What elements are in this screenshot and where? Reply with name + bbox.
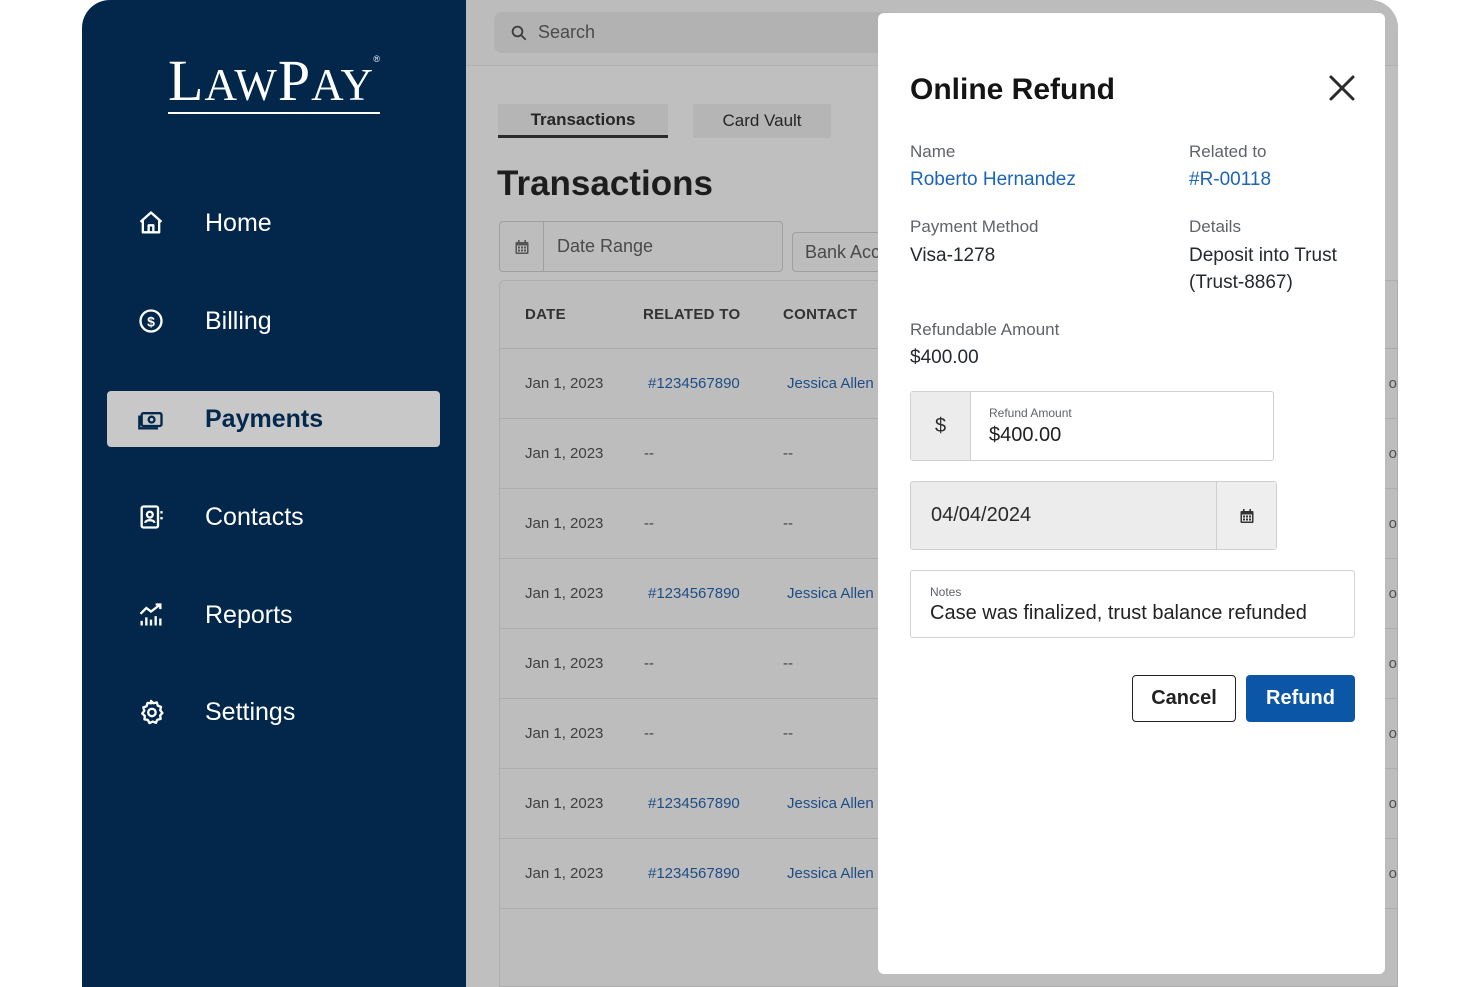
cell-contact-link[interactable]: Jessica Allen [787, 585, 874, 602]
refundable-amount-value: $400.00 [910, 347, 979, 368]
cell-related: -- [644, 725, 654, 742]
refund-button[interactable]: Refund [1246, 675, 1355, 722]
notes-label: Notes [930, 585, 962, 599]
sidebar-item-label: Home [205, 208, 272, 237]
sidebar-item-contacts[interactable]: Contacts [107, 489, 440, 545]
cell-date: Jan 1, 2023 [525, 585, 604, 602]
cell-date: Jan 1, 2023 [525, 375, 604, 392]
money-icon [137, 405, 193, 433]
refund-amount-label: Refund Amount [989, 406, 1072, 420]
refund-amount-input[interactable]: $400.00 [989, 424, 1061, 447]
refund-date-field[interactable]: 04/04/2024 [910, 481, 1277, 550]
lawpay-logo: LAWPAY ® [168, 48, 380, 114]
cell-contact-link[interactable]: Jessica Allen [787, 375, 874, 392]
cell-contact-link[interactable]: Jessica Allen [787, 795, 874, 812]
cell-truncated: o [1388, 795, 1397, 812]
payment-method-value: Visa-1278 [910, 245, 996, 266]
cell-contact: -- [783, 725, 793, 742]
sidebar-item-home[interactable]: Home [107, 195, 440, 251]
cell-truncated: o [1388, 865, 1397, 882]
refundable-amount-label: Refundable Amount [910, 320, 1060, 339]
sidebar: LAWPAY ® Home $ Billing Payments Contact… [82, 0, 466, 987]
cell-truncated: o [1388, 445, 1397, 462]
cell-related: -- [644, 445, 654, 462]
sidebar-item-label: Settings [205, 697, 296, 726]
dollar-circle-icon: $ [137, 307, 193, 335]
refund-date-input[interactable]: 04/04/2024 [911, 482, 1216, 549]
details-value-line2: (Trust-8867) [1189, 272, 1293, 293]
cell-related: -- [644, 515, 654, 532]
name-label: Name [910, 142, 956, 161]
cell-date: Jan 1, 2023 [525, 865, 604, 882]
cell-related-link[interactable]: #1234567890 [648, 585, 740, 602]
sidebar-item-label: Reports [205, 600, 293, 629]
cell-date: Jan 1, 2023 [525, 725, 604, 742]
refund-amount-field[interactable]: $ Refund Amount $400.00 [910, 391, 1274, 461]
details-label: Details [1189, 217, 1241, 236]
date-range-label: Date Range [557, 236, 654, 256]
cell-related-link[interactable]: #1234567890 [648, 865, 740, 882]
home-icon [137, 209, 193, 237]
svg-text:$: $ [147, 313, 155, 329]
contact-card-icon [137, 503, 193, 531]
cell-date: Jan 1, 2023 [525, 655, 604, 672]
cell-date: Jan 1, 2023 [525, 795, 604, 812]
calendar-icon[interactable] [1216, 482, 1276, 549]
sidebar-item-reports[interactable]: Reports [107, 587, 440, 643]
related-label: Related to [1189, 142, 1267, 161]
column-header-related[interactable]: RELATED TO [643, 306, 740, 323]
cell-truncated: o [1388, 655, 1397, 672]
cell-contact: -- [783, 515, 793, 532]
registered-mark: ® [373, 54, 380, 64]
cell-contact-link[interactable]: Jessica Allen [787, 865, 874, 882]
cell-truncated: o [1388, 725, 1397, 742]
cell-related-link[interactable]: #1234567890 [648, 375, 740, 392]
close-icon[interactable] [1327, 73, 1357, 103]
chart-icon [137, 601, 193, 629]
date-range-filter[interactable]: Date Range [499, 221, 783, 272]
cell-related: -- [644, 655, 654, 672]
notes-field[interactable]: Notes Case was finalized, trust balance … [910, 570, 1355, 638]
sidebar-item-label: Contacts [205, 502, 304, 531]
column-header-contact[interactable]: CONTACT [783, 306, 857, 323]
calendar-icon [500, 222, 544, 271]
related-link[interactable]: #R-00118 [1189, 166, 1271, 193]
cell-truncated: o [1388, 585, 1397, 602]
tab-transactions[interactable]: Transactions [498, 104, 668, 138]
page-title: Transactions [497, 164, 713, 203]
sidebar-item-billing[interactable]: $ Billing [107, 293, 440, 349]
cancel-button[interactable]: Cancel [1132, 675, 1236, 722]
online-refund-modal: Online Refund Name Roberto Hernandez Rel… [878, 13, 1385, 974]
name-link[interactable]: Roberto Hernandez [910, 166, 1076, 193]
cell-date: Jan 1, 2023 [525, 445, 604, 462]
currency-prefix: $ [911, 392, 971, 460]
gear-icon [137, 698, 193, 726]
search-placeholder: Search [538, 22, 596, 42]
column-header-date[interactable]: DATE [525, 306, 566, 323]
cell-related-link[interactable]: #1234567890 [648, 795, 740, 812]
details-value-line1: Deposit into Trust [1189, 245, 1337, 266]
sidebar-item-label: Billing [205, 306, 272, 335]
search-icon [511, 25, 527, 40]
search-input[interactable]: Search [494, 12, 894, 53]
payment-method-label: Payment Method [910, 217, 1039, 236]
cell-contact: -- [783, 655, 793, 672]
cell-truncated: o [1388, 515, 1397, 532]
cell-date: Jan 1, 2023 [525, 515, 604, 532]
modal-title: Online Refund [910, 73, 1115, 106]
cell-contact: -- [783, 445, 793, 462]
sidebar-item-label: Payments [205, 404, 324, 433]
cell-truncated: o [1388, 375, 1397, 392]
sidebar-item-payments[interactable]: Payments [107, 391, 440, 447]
sidebar-item-settings[interactable]: Settings [107, 684, 440, 740]
notes-input[interactable]: Case was finalized, trust balance refund… [930, 602, 1307, 625]
tab-card-vault[interactable]: Card Vault [693, 104, 831, 138]
